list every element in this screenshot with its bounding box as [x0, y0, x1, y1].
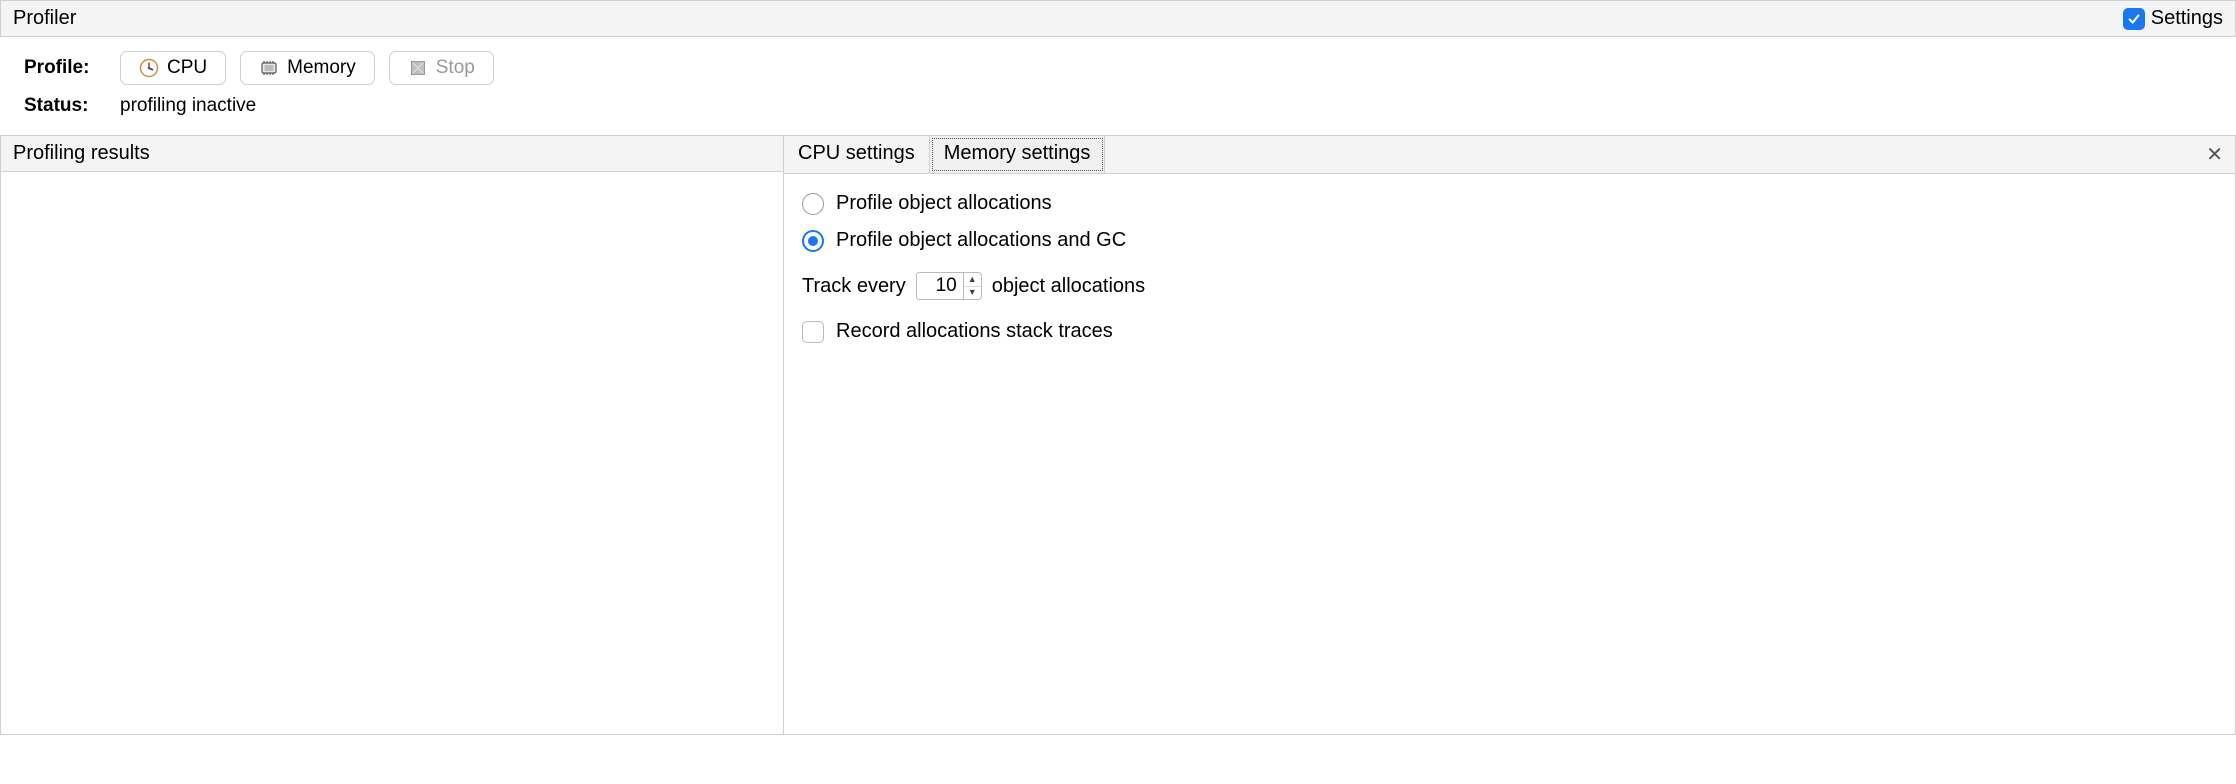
results-body — [1, 172, 783, 732]
radio-profile-allocations-gc[interactable]: Profile object allocations and GC — [802, 229, 2217, 252]
record-stack-traces-checkbox[interactable]: Record allocations stack traces — [802, 320, 2217, 343]
memory-settings-content: Profile object allocations Profile objec… — [784, 174, 2235, 734]
radio-unselected-icon — [802, 193, 824, 215]
results-pane: Profiling results — [0, 135, 783, 735]
track-every-prefix: Track every — [802, 275, 906, 298]
profile-label: Profile: — [24, 57, 106, 79]
settings-label: Settings — [2151, 7, 2223, 30]
settings-tabs: CPU settings Memory settings ✕ — [784, 136, 2235, 174]
status-label: Status: — [24, 95, 106, 117]
stepper-down-icon[interactable]: ▼ — [964, 287, 981, 300]
checkbox-unchecked-icon — [802, 321, 824, 343]
cpu-button[interactable]: CPU — [120, 51, 226, 85]
track-every-spinner[interactable]: ▲ ▼ — [916, 272, 982, 300]
tab-cpu-settings[interactable]: CPU settings — [784, 136, 930, 173]
tab-memory-settings[interactable]: Memory settings — [930, 136, 1106, 173]
close-icon: ✕ — [2206, 144, 2223, 166]
radio-profile-allocations-label: Profile object allocations — [836, 192, 1052, 215]
status-value: profiling inactive — [120, 95, 256, 117]
settings-toggle[interactable]: Settings — [2123, 7, 2223, 30]
cpu-button-label: CPU — [167, 57, 207, 79]
settings-pane: CPU settings Memory settings ✕ Profile o… — [783, 135, 2236, 735]
profiler-title: Profiler — [13, 7, 76, 30]
stop-icon — [408, 58, 428, 78]
profiler-toolbar: Profile: CPU Memory Stop St — [0, 37, 2236, 135]
stepper-up-icon[interactable]: ▲ — [964, 273, 981, 287]
radio-profile-allocations-gc-label: Profile object allocations and GC — [836, 229, 1126, 252]
radio-selected-icon — [802, 230, 824, 252]
record-stack-traces-label: Record allocations stack traces — [836, 320, 1113, 343]
memory-button[interactable]: Memory — [240, 51, 375, 85]
close-settings-button[interactable]: ✕ — [2194, 136, 2235, 173]
stop-button-label: Stop — [436, 57, 475, 79]
stop-button[interactable]: Stop — [389, 51, 494, 85]
track-every-input[interactable] — [916, 272, 964, 300]
track-every-suffix: object allocations — [992, 275, 1145, 298]
memory-chip-icon — [259, 58, 279, 78]
profiler-header: Profiler Settings — [0, 0, 2236, 37]
radio-profile-allocations[interactable]: Profile object allocations — [802, 192, 2217, 215]
checkbox-checked-icon — [2123, 8, 2145, 30]
track-every-row: Track every ▲ ▼ object allocations — [802, 272, 2217, 300]
clock-icon — [139, 58, 159, 78]
results-header: Profiling results — [1, 136, 783, 172]
memory-button-label: Memory — [287, 57, 356, 79]
